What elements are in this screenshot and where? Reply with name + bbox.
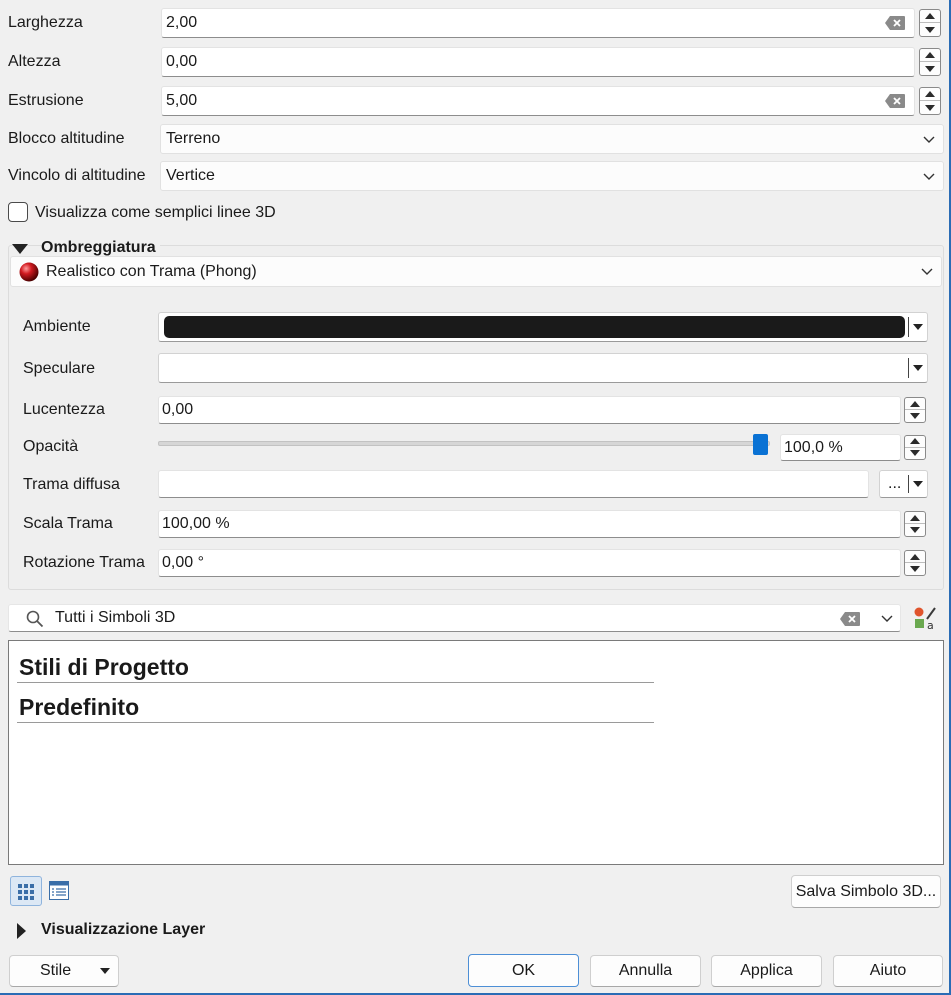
blocco-altitudine-label: Blocco altitudine (8, 130, 125, 147)
altezza-label: Altezza (8, 53, 61, 70)
opacity-slider-track[interactable] (158, 441, 770, 446)
larghezza-label: Larghezza (8, 14, 83, 31)
larghezza-input[interactable]: 2,00 (161, 8, 915, 38)
style-menu-button[interactable]: Stile (9, 955, 119, 987)
shininess-input[interactable]: 0,00 (158, 396, 901, 424)
dropdown-arrow-icon (913, 324, 923, 330)
altezza-spinner[interactable] (919, 48, 941, 76)
altezza-value: 0,00 (166, 53, 198, 70)
shininess-value: 0,00 (162, 401, 194, 418)
chevron-down-icon[interactable] (881, 615, 893, 623)
blocco-altitudine-value: Terreno (166, 130, 221, 147)
opacity-label: Opacità (23, 438, 79, 455)
tex-rotation-value: 0,00 ° (162, 554, 204, 571)
save-symbol-button[interactable]: Salva Simbolo 3D... (791, 875, 941, 908)
spin-up-icon[interactable] (905, 436, 925, 448)
symbol-filter-value: Tutti i Simboli 3D (55, 609, 176, 626)
spin-down-icon[interactable] (905, 563, 925, 575)
chevron-down-icon (921, 268, 933, 275)
spin-down-icon[interactable] (905, 524, 925, 536)
cancel-button[interactable]: Annulla (590, 955, 701, 987)
larghezza-value: 2,00 (166, 14, 198, 31)
tex-scale-label: Scala Trama (23, 515, 113, 532)
layer-rendering-title[interactable]: Visualizzazione Layer (41, 921, 205, 939)
diffuse-label: Trama diffusa (23, 476, 120, 493)
symbol-list[interactable]: Stili di Progetto Predefinito (8, 640, 944, 865)
tex-rotation-input[interactable]: 0,00 ° (158, 549, 901, 577)
spin-up-icon[interactable] (920, 10, 940, 23)
ambient-color-button[interactable] (158, 312, 928, 342)
icon-view-button[interactable] (10, 876, 42, 906)
style-manager-icon[interactable]: a (913, 606, 937, 630)
shininess-spinner[interactable] (904, 397, 926, 423)
specular-label: Speculare (23, 360, 96, 377)
spin-up-icon[interactable] (920, 88, 940, 101)
search-icon (26, 610, 44, 628)
svg-text:a: a (927, 619, 934, 630)
dropdown-arrow-icon (913, 481, 923, 487)
ok-button[interactable]: OK (468, 954, 579, 987)
vincolo-altitudine-value: Vertice (166, 167, 215, 184)
opacity-value: 100,0 % (784, 438, 843, 456)
vincolo-altitudine-label: Vincolo di altitudine (8, 167, 146, 184)
spin-down-icon[interactable] (905, 448, 925, 460)
grid-view-icon (18, 884, 34, 900)
ambient-color-swatch (164, 316, 905, 338)
spin-down-icon[interactable] (920, 62, 940, 75)
style-menu-label: Stile (40, 962, 72, 979)
tex-scale-spinner[interactable] (904, 511, 926, 537)
chevron-down-icon (923, 136, 935, 143)
shading-title: Ombreggiatura (41, 239, 160, 257)
altezza-input[interactable]: 0,00 (161, 47, 915, 77)
spin-down-icon[interactable] (920, 23, 940, 36)
clear-icon[interactable] (840, 612, 860, 626)
apply-button[interactable]: Applica (711, 955, 822, 987)
tex-scale-value: 100,00 % (162, 515, 230, 532)
clear-icon[interactable] (885, 16, 905, 30)
tex-scale-input[interactable]: 100,00 % (158, 510, 901, 538)
dropdown-arrow-icon (100, 968, 110, 974)
diffuse-browse-button[interactable]: ... (879, 470, 928, 498)
dropdown-arrow-icon (913, 365, 923, 371)
clear-icon[interactable] (885, 94, 905, 108)
simple-lines-label: Visualizza come semplici linee 3D (35, 204, 276, 221)
list-view-icon[interactable] (49, 881, 69, 900)
diffuse-texture-input[interactable] (158, 470, 869, 498)
opacity-slider-handle[interactable] (753, 434, 768, 455)
collapse-triangle-icon[interactable] (11, 243, 29, 255)
larghezza-spinner[interactable] (919, 9, 941, 37)
spin-up-icon[interactable] (905, 512, 925, 524)
estrusione-spinner[interactable] (919, 87, 941, 115)
shading-mode-value: Realistico con Trama (Phong) (46, 262, 257, 280)
symbol-filter-combo[interactable]: Tutti i Simboli 3D (8, 604, 901, 632)
shading-mode-combo[interactable]: Realistico con Trama (Phong) (10, 256, 942, 287)
ambient-label: Ambiente (23, 318, 91, 335)
browse-ellipsis: ... (888, 475, 902, 492)
opacity-input[interactable]: 100,0 % (780, 434, 901, 461)
estrusione-input[interactable]: 5,00 (161, 86, 915, 116)
tex-rotation-label: Rotazione Trama (23, 554, 145, 571)
group-stili-di-progetto[interactable]: Stili di Progetto (19, 654, 189, 681)
specular-color-button[interactable] (158, 353, 928, 383)
estrusione-value: 5,00 (166, 92, 198, 109)
simple-lines-checkbox[interactable] (8, 202, 28, 222)
tex-rotation-spinner[interactable] (904, 550, 926, 576)
group-predefinito[interactable]: Predefinito (19, 694, 139, 721)
expand-triangle-icon[interactable] (16, 922, 27, 940)
help-button[interactable]: Aiuto (833, 955, 943, 987)
blocco-altitudine-combo[interactable]: Terreno (160, 124, 944, 154)
chevron-down-icon (923, 173, 935, 180)
spin-up-icon[interactable] (905, 551, 925, 563)
opacity-spinner[interactable] (904, 435, 926, 460)
vincolo-altitudine-combo[interactable]: Vertice (160, 161, 944, 191)
spin-up-icon[interactable] (920, 49, 940, 62)
shininess-label: Lucentezza (23, 401, 105, 418)
sphere-icon (19, 262, 39, 282)
spin-up-icon[interactable] (905, 398, 925, 410)
estrusione-label: Estrusione (8, 92, 84, 109)
spin-down-icon[interactable] (920, 101, 940, 114)
spin-down-icon[interactable] (905, 410, 925, 422)
